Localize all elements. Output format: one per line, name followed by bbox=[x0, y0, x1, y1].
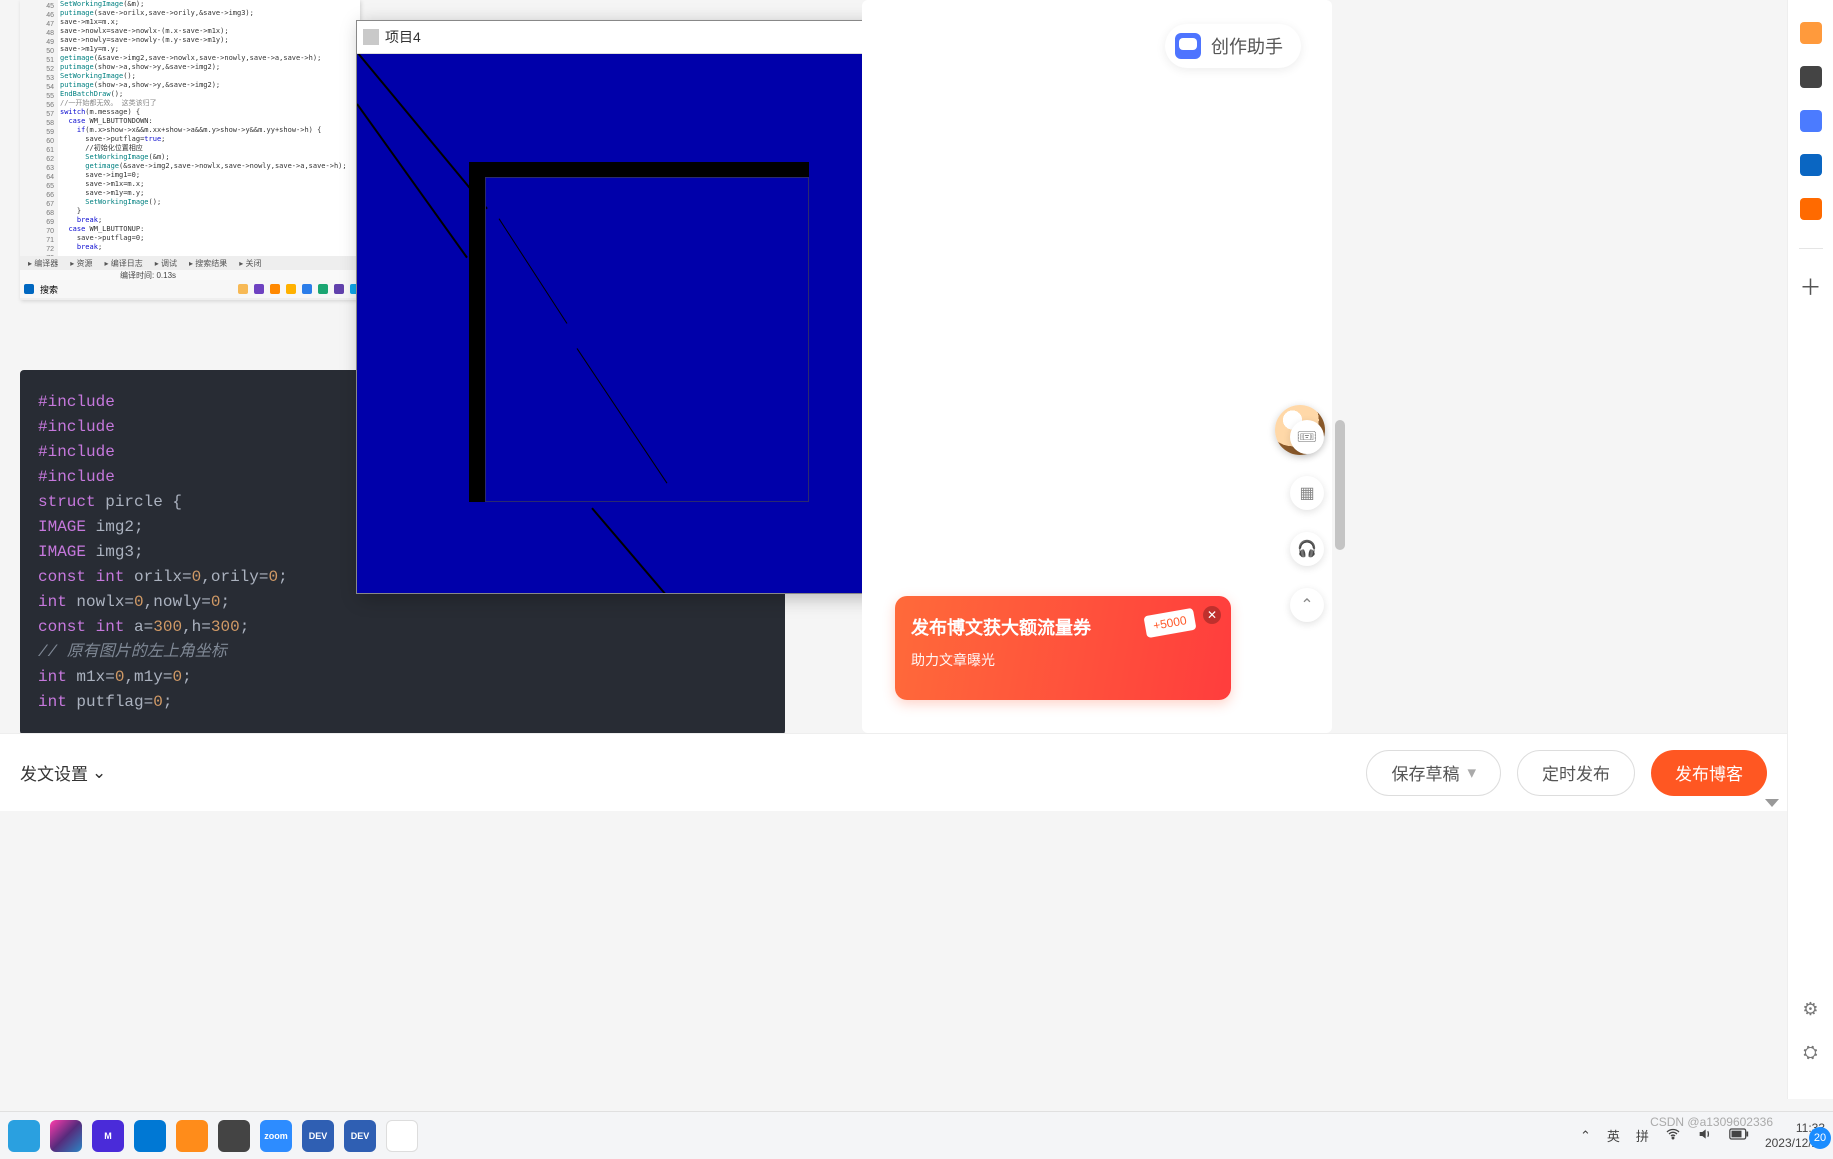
ime-indicator-1[interactable]: 英 bbox=[1607, 1126, 1620, 1145]
coupon-icon[interactable]: 🎟 bbox=[1290, 420, 1324, 454]
floating-toolbar: 🎟 ▦ 🎧 ⌃ bbox=[1290, 420, 1324, 622]
ide-tab[interactable]: ▸ 搜索结果 bbox=[185, 258, 231, 269]
dock-settings-icon-2[interactable]: ⛭ bbox=[1803, 1042, 1817, 1063]
dropdown-icon: ▾ bbox=[1467, 763, 1476, 783]
battery-icon[interactable] bbox=[1729, 1128, 1749, 1143]
publish-toolbar: 发文设置 ⌄ 保存草稿 ▾ 定时发布 发布博客 bbox=[0, 733, 1787, 811]
devcpp-2[interactable]: DEV bbox=[344, 1120, 376, 1152]
ide-gutter: 4546474849505152535455565758596061626364… bbox=[20, 0, 58, 260]
assistant-button[interactable]: 创作助手 bbox=[1165, 24, 1301, 68]
start-icon[interactable] bbox=[24, 284, 34, 294]
publish-button[interactable]: 发布博客 bbox=[1651, 750, 1767, 796]
watermark-text: CSDN @a1309602336 bbox=[1650, 1115, 1773, 1129]
top-icon[interactable]: ⌃ bbox=[1290, 588, 1324, 622]
photos-app[interactable] bbox=[8, 1120, 40, 1152]
ide-tab[interactable]: ▸ 编译器 bbox=[24, 258, 62, 269]
tray-overflow-icon[interactable]: ⌃ bbox=[1580, 1128, 1591, 1144]
cart-icon[interactable] bbox=[1800, 198, 1822, 220]
headset-icon[interactable]: 🎧 bbox=[1290, 532, 1324, 566]
notification-badge[interactable]: 20 bbox=[1809, 1127, 1831, 1149]
diamond-icon[interactable] bbox=[1800, 22, 1822, 44]
save-draft-button[interactable]: 保存草稿 ▾ bbox=[1366, 750, 1501, 796]
calculator[interactable] bbox=[218, 1120, 250, 1152]
app-title-text: 项目4 bbox=[385, 27, 421, 47]
rectangle-outline bbox=[485, 177, 809, 502]
promo-close-button[interactable]: ✕ bbox=[1203, 606, 1221, 624]
chess-icon[interactable] bbox=[1800, 66, 1822, 88]
ide-tab[interactable]: ▸ 编译日志 bbox=[101, 258, 147, 269]
ide-tab[interactable]: ▸ 资源 bbox=[66, 258, 96, 269]
assistant-label: 创作助手 bbox=[1211, 33, 1283, 59]
schedule-publish-button[interactable]: 定时发布 bbox=[1517, 750, 1635, 796]
devcpp-1[interactable]: DEV bbox=[302, 1120, 334, 1152]
ide-tab[interactable]: ▸ 调试 bbox=[151, 258, 181, 269]
fl-studio[interactable] bbox=[176, 1120, 208, 1152]
ide-bottom-tabs[interactable]: ▸ 编译器 ▸ 资源 ▸ 编译日志 ▸ 调试 ▸ 搜索结果 ▸ 关闭 bbox=[20, 256, 360, 270]
publish-label: 发布博客 bbox=[1675, 760, 1743, 785]
add-extension-button[interactable]: ＋ bbox=[1799, 277, 1821, 299]
edge-browser[interactable] bbox=[134, 1120, 166, 1152]
ide-tab[interactable]: ▸ 关闭 bbox=[235, 258, 265, 269]
dock-settings-icon[interactable]: ⚙ bbox=[1802, 999, 1818, 1020]
scrollbar-thumb[interactable] bbox=[1335, 420, 1345, 550]
save-draft-label: 保存草稿 bbox=[1391, 760, 1459, 785]
scroll-down-icon[interactable] bbox=[1765, 799, 1779, 807]
ide-code: SetWorkingImage(&m);putimage(save->orilx… bbox=[60, 0, 360, 260]
ide-window: 4546474849505152535455565758596061626364… bbox=[20, 0, 360, 300]
zoom[interactable]: zoom bbox=[260, 1120, 292, 1152]
promo-subtitle: 助力文章曝光 bbox=[911, 650, 1215, 670]
search-label[interactable]: 搜索 bbox=[40, 283, 58, 296]
chevron-down-icon: ⌄ bbox=[92, 763, 106, 783]
ime-indicator-2[interactable]: 拼 bbox=[1636, 1126, 1649, 1145]
ide-desktop-taskbar: 搜索 bbox=[20, 280, 360, 298]
post-settings-button[interactable]: 发文设置 ⌄ bbox=[20, 760, 106, 785]
browser-side-dock: ＋ ⚙ ⛭ bbox=[1787, 0, 1833, 1099]
edge-new[interactable] bbox=[50, 1120, 82, 1152]
windows-taskbar[interactable]: MzoomDEVDEV ⌃ 英 拼 11:33 2023/12/24 CSDN … bbox=[0, 1111, 1833, 1159]
schedule-label: 定时发布 bbox=[1542, 760, 1610, 785]
qrcode-icon[interactable]: ▦ bbox=[1290, 476, 1324, 510]
outlook-icon[interactable] bbox=[1800, 154, 1822, 176]
app-icon bbox=[363, 29, 379, 45]
music-app[interactable]: M bbox=[92, 1120, 124, 1152]
post-settings-label: 发文设置 bbox=[20, 760, 88, 785]
blank-app[interactable] bbox=[386, 1120, 418, 1152]
bot-icon bbox=[1175, 33, 1201, 59]
promo-banner[interactable]: 发布博文获大额流量券 助力文章曝光 +5000 ✕ bbox=[895, 596, 1231, 700]
copilot-icon[interactable] bbox=[1800, 110, 1822, 132]
